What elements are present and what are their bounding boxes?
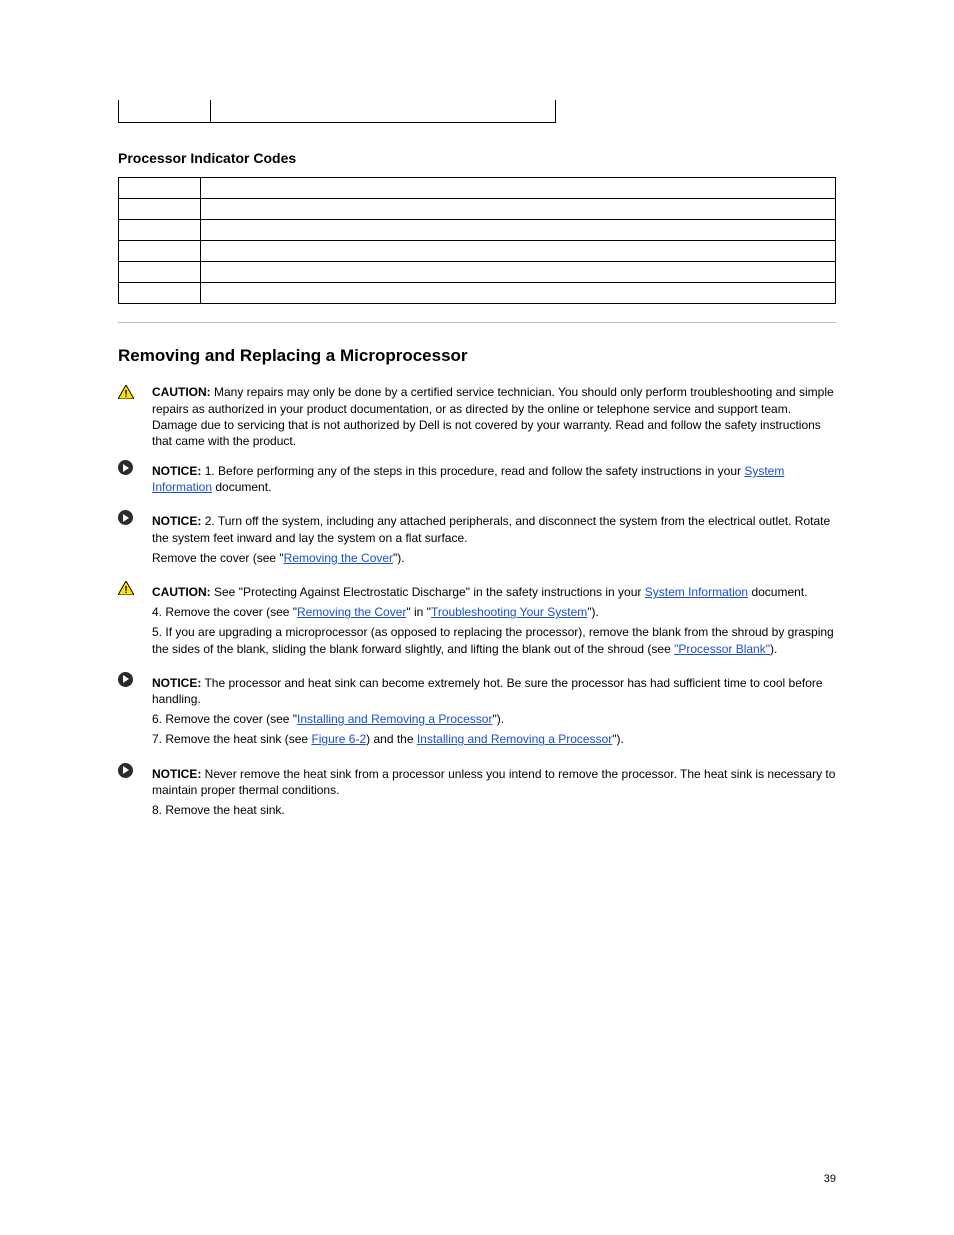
step-number: 2.	[205, 514, 215, 528]
notice-block: NOTICE: 2. Turn off the system, includin…	[118, 509, 836, 570]
notice-label: NOTICE:	[152, 514, 201, 528]
step-number: 7.	[152, 732, 162, 746]
link-removing-the-cover[interactable]: Removing the Cover	[297, 605, 406, 619]
caution-block: ! CAUTION: Many repairs may only be done…	[118, 384, 836, 449]
link-figure-6-2[interactable]: Figure 6-2	[311, 732, 366, 746]
notice-label: NOTICE:	[152, 676, 201, 690]
step-number: 5.	[152, 625, 162, 639]
cell	[201, 178, 836, 199]
table-row	[119, 220, 836, 241]
table-row	[119, 241, 836, 262]
section-heading-processor-indicator-codes: Processor Indicator Codes	[118, 149, 836, 168]
link-processor-blank[interactable]: "Processor Blank"	[674, 642, 770, 656]
cell	[119, 178, 201, 199]
notice-icon	[118, 672, 133, 687]
notice-block: NOTICE: Never remove the heat sink from …	[118, 762, 836, 823]
caution-text: CAUTION: See "Protecting Against Electro…	[152, 580, 836, 661]
cell	[201, 262, 836, 283]
heading-removing-replacing-microprocessor: Removing and Replacing a Microprocessor	[118, 345, 836, 368]
link-troubleshooting-your-system[interactable]: Troubleshooting Your System	[431, 605, 587, 619]
cell	[201, 220, 836, 241]
notice-label: NOTICE:	[152, 464, 201, 478]
body-text: ").	[612, 732, 624, 746]
caution-block: ! CAUTION: See "Protecting Against Elect…	[118, 580, 836, 661]
body-text: document.	[212, 480, 271, 494]
cell	[201, 199, 836, 220]
body-text: Many repairs may only be done by a certi…	[152, 385, 834, 448]
notice-block: NOTICE: 1. Before performing any of the …	[118, 459, 836, 499]
table-row	[119, 100, 556, 122]
cell	[119, 262, 201, 283]
cell	[119, 241, 201, 262]
link-removing-the-cover[interactable]: Removing the Cover	[284, 551, 393, 565]
body-text: Remove the cover (see "	[165, 712, 297, 726]
body-text: Turn off the system, including any attac…	[152, 514, 830, 544]
body-text: Remove the cover (see "	[152, 551, 284, 565]
step-number: 1.	[205, 464, 215, 478]
link-system-information[interactable]: System Information	[645, 585, 748, 599]
notice-text: NOTICE: The processor and heat sink can …	[152, 671, 836, 752]
body-text: Remove the heat sink (see	[165, 732, 311, 746]
body-text: Remove the cover (see "	[165, 605, 297, 619]
notice-text: NOTICE: 2. Turn off the system, includin…	[152, 509, 836, 570]
step-number: 4.	[152, 605, 162, 619]
notice-icon	[118, 510, 133, 525]
body-text: See "Protecting Against Electrostatic Di…	[211, 585, 645, 599]
caution-icon: !	[118, 385, 134, 399]
body-text: ).	[770, 642, 777, 656]
notice-label: NOTICE:	[152, 767, 201, 781]
notice-icon	[118, 460, 133, 475]
svg-text:!: !	[124, 585, 127, 595]
body-text: document.	[748, 585, 807, 599]
step-number: 8.	[152, 803, 162, 817]
body-text: ").	[492, 712, 504, 726]
body-text: " in "	[406, 605, 431, 619]
link-installing-removing-processor[interactable]: Installing and Removing a Processor	[297, 712, 492, 726]
table-row	[119, 283, 836, 304]
body-text: Remove the heat sink.	[165, 803, 284, 817]
body-text: ").	[393, 551, 405, 565]
table-row	[119, 178, 836, 199]
table-processor-indicator-codes	[118, 177, 836, 304]
cell	[119, 199, 201, 220]
body-text: The processor and heat sink can become e…	[152, 676, 823, 706]
cell	[210, 100, 555, 122]
caution-label: CAUTION:	[152, 385, 211, 399]
notice-icon	[118, 763, 133, 778]
link-installing-removing-processor[interactable]: Installing and Removing a Processor	[417, 732, 612, 746]
body-text: ").	[587, 605, 599, 619]
notice-text: NOTICE: 1. Before performing any of the …	[152, 459, 836, 499]
body-text: Before performing any of the steps in th…	[218, 464, 744, 478]
cell	[119, 283, 201, 304]
body-text: Never remove the heat sink from a proces…	[152, 767, 835, 797]
cell	[201, 283, 836, 304]
page: Processor Indicator Codes Removing and	[0, 0, 954, 1235]
caution-label: CAUTION:	[152, 585, 211, 599]
notice-block: NOTICE: The processor and heat sink can …	[118, 671, 836, 752]
caution-text: CAUTION: Many repairs may only be done b…	[152, 384, 836, 449]
notice-text: NOTICE: Never remove the heat sink from …	[152, 762, 836, 823]
section-divider	[118, 322, 836, 323]
cell	[119, 100, 211, 122]
step-number: 6.	[152, 712, 162, 726]
body-text: ) and the	[366, 732, 417, 746]
cell	[201, 241, 836, 262]
table-row	[119, 262, 836, 283]
caution-icon: !	[118, 581, 134, 595]
table-fragment-previous	[118, 100, 556, 123]
cell	[119, 220, 201, 241]
page-number: 39	[824, 1172, 836, 1187]
table-row	[119, 199, 836, 220]
svg-text:!: !	[124, 389, 127, 399]
